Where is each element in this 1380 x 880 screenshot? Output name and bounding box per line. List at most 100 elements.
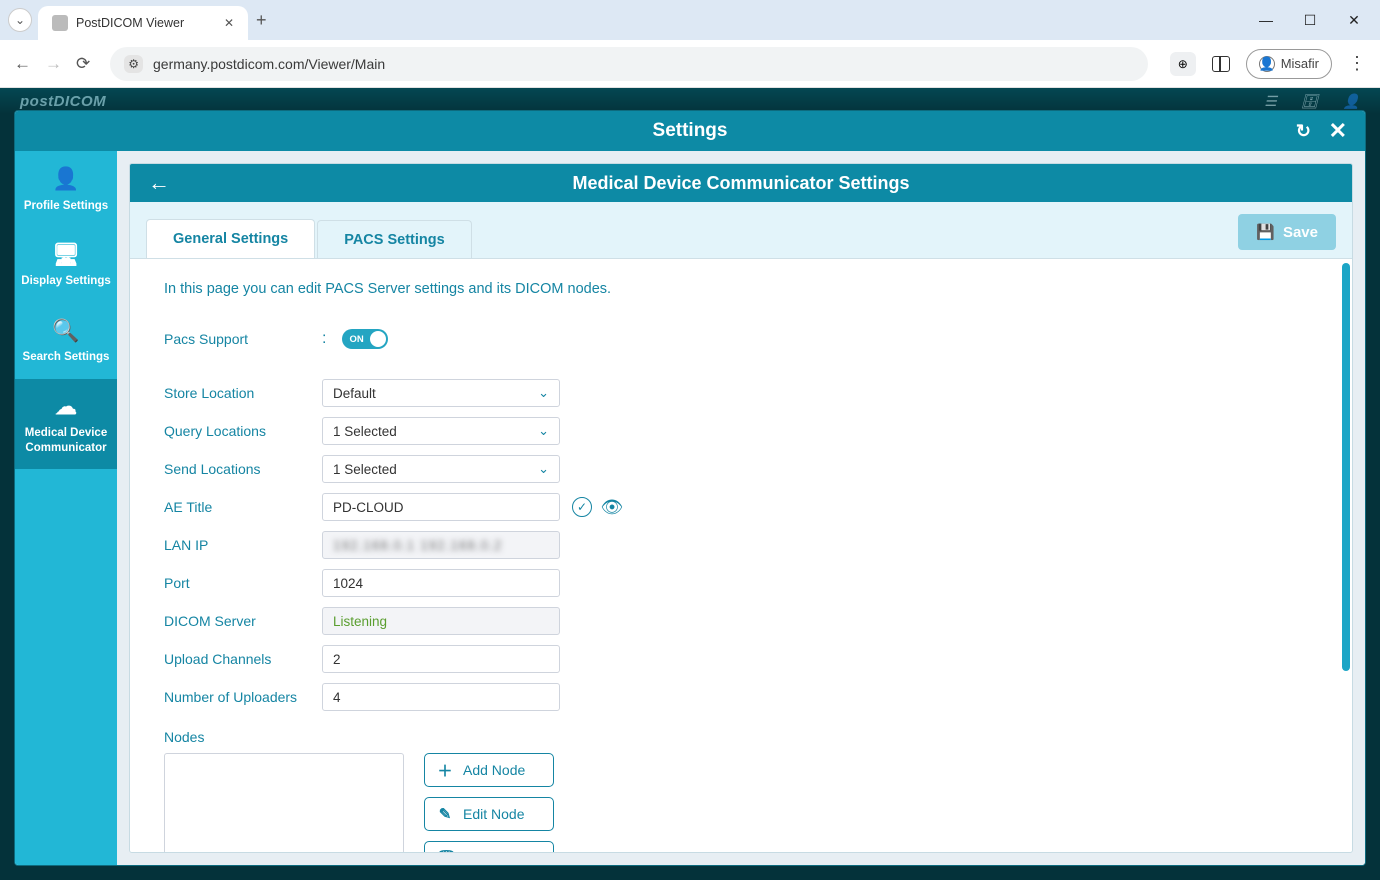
intro-text: In this page you can edit PACS Server se…	[164, 281, 1318, 297]
tab-search-button[interactable]: ⌄	[8, 8, 32, 32]
settings-sidebar: 👤 Profile Settings 🖥 Display Settings 🔍 …	[15, 151, 117, 865]
maximize-button[interactable]: ☐	[1302, 12, 1318, 29]
port-label: Port	[164, 575, 322, 591]
toggle-label: ON	[349, 334, 363, 345]
back-arrow-icon[interactable]: ←	[148, 170, 170, 196]
query-locations-label: Query Locations	[164, 423, 322, 439]
modal-header: Settings ↻ ✕	[15, 111, 1365, 151]
modal-close-icon[interactable]: ✕	[1329, 118, 1347, 144]
pacs-support-label: Pacs Support	[164, 331, 322, 347]
sidebar-item-label: Display Settings	[21, 274, 110, 288]
sidebar-item-label: Profile Settings	[24, 199, 108, 213]
trash-icon: 🗑	[437, 849, 453, 852]
topbar-storage-icon[interactable]: 🗄	[1301, 93, 1319, 110]
chevron-down-icon: ⌄	[538, 461, 549, 477]
save-label: Save	[1283, 224, 1318, 241]
save-button[interactable]: 💾 Save	[1238, 214, 1336, 250]
chevron-down-icon: ⌄	[538, 423, 549, 439]
browser-menu-icon[interactable]: ⋮	[1348, 53, 1366, 74]
tab-pacs-settings[interactable]: PACS Settings	[317, 220, 471, 259]
tab-content: In this page you can edit PACS Server se…	[130, 258, 1352, 852]
dicom-server-status: Listening	[322, 607, 560, 635]
ae-title-input[interactable]: PD-CLOUD	[322, 493, 560, 521]
cloud-icon: ☁	[55, 393, 77, 421]
add-node-button[interactable]: ＋ Add Node	[424, 753, 554, 787]
delete-node-button[interactable]: 🗑 Delete Node	[424, 841, 554, 852]
num-uploaders-input[interactable]: 4	[322, 683, 560, 711]
port-value: 1024	[333, 576, 363, 591]
close-window-button[interactable]: ✕	[1346, 12, 1362, 29]
person-icon: 👤	[1259, 56, 1275, 72]
dicom-server-label: DICOM Server	[164, 613, 322, 629]
modal-reload-icon[interactable]: ↻	[1296, 121, 1311, 142]
browser-tab[interactable]: PostDICOM Viewer ✕	[38, 6, 248, 40]
back-button[interactable]: ←	[14, 54, 31, 74]
chevron-down-icon: ⌄	[538, 385, 549, 401]
side-panel-icon[interactable]	[1212, 56, 1230, 72]
ae-title-value: PD-CLOUD	[333, 500, 404, 515]
address-bar[interactable]: ⚙ germany.postdicom.com/Viewer/Main	[110, 47, 1147, 81]
store-location-select[interactable]: Default ⌄	[322, 379, 560, 407]
pacs-support-toggle[interactable]: ON	[342, 329, 388, 349]
forward-button[interactable]: →	[45, 54, 62, 74]
delete-node-label: Delete Node	[463, 850, 541, 852]
scrollbar[interactable]	[1342, 263, 1350, 671]
settings-modal: Settings ↻ ✕ 👤 Profile Settings 🖥 Displa…	[14, 110, 1366, 866]
num-uploaders-value: 4	[333, 690, 341, 705]
upload-channels-value: 2	[333, 652, 341, 667]
edit-node-label: Edit Node	[463, 806, 524, 822]
topbar-user-icon[interactable]: 👤	[1343, 93, 1360, 110]
sidebar-item-label: Search Settings	[23, 350, 110, 364]
tab-close-icon[interactable]: ✕	[224, 16, 234, 30]
favicon	[52, 15, 68, 31]
send-locations-value: 1 Selected	[333, 462, 397, 477]
browser-tab-strip: ⌄ PostDICOM Viewer ✕ + — ☐ ✕	[0, 0, 1380, 40]
add-node-label: Add Node	[463, 762, 525, 778]
tab-title: PostDICOM Viewer	[76, 16, 216, 30]
sidebar-item-search[interactable]: 🔍 Search Settings	[15, 303, 117, 379]
minimize-button[interactable]: —	[1258, 12, 1274, 29]
query-locations-select[interactable]: 1 Selected ⌄	[322, 417, 560, 445]
profile-name: Misafir	[1281, 56, 1319, 71]
upload-channels-input[interactable]: 2	[322, 645, 560, 673]
dicom-server-value: Listening	[333, 614, 387, 629]
query-locations-value: 1 Selected	[333, 424, 397, 439]
tab-general-settings[interactable]: General Settings	[146, 219, 315, 258]
monitor-icon: 🖥	[52, 241, 80, 269]
reload-button[interactable]: ⟳	[76, 54, 90, 74]
brand-logo: postDICOM	[20, 93, 106, 110]
sidebar-item-profile[interactable]: 👤 Profile Settings	[15, 151, 117, 227]
port-input[interactable]: 1024	[322, 569, 560, 597]
lan-ip-label: LAN IP	[164, 537, 322, 553]
store-location-label: Store Location	[164, 385, 322, 401]
settings-content: ← Medical Device Communicator Settings G…	[117, 151, 1365, 865]
sub-header-title: Medical Device Communicator Settings	[572, 173, 909, 194]
new-tab-button[interactable]: +	[256, 10, 267, 31]
nodes-listbox[interactable]	[164, 753, 404, 852]
profile-chip[interactable]: 👤 Misafir	[1246, 49, 1332, 79]
num-uploaders-label: Number of Uploaders	[164, 689, 322, 705]
search-icon: 🔍	[52, 317, 79, 345]
send-locations-label: Send Locations	[164, 461, 322, 477]
upload-channels-label: Upload Channels	[164, 651, 322, 667]
plus-icon: ＋	[437, 760, 453, 781]
person-icon: 👤	[52, 165, 79, 193]
translate-icon[interactable]: ⊕	[1170, 52, 1196, 76]
modal-title: Settings	[653, 120, 728, 142]
ae-title-label: AE Title	[164, 499, 322, 515]
save-icon: 💾	[1256, 223, 1275, 241]
topbar-list-icon[interactable]: ☰	[1264, 93, 1277, 110]
edit-icon: ✎	[437, 805, 453, 823]
send-locations-select[interactable]: 1 Selected ⌄	[322, 455, 560, 483]
tabs-row: General Settings PACS Settings 💾 Save	[130, 202, 1352, 258]
check-icon[interactable]: ✓	[572, 497, 592, 517]
lan-ip-value: 192.168.0.1 192.168.0.2	[333, 538, 502, 553]
sidebar-item-medical-device[interactable]: ☁ Medical Device Communicator	[15, 379, 117, 469]
toggle-knob	[370, 331, 386, 347]
sidebar-item-display[interactable]: 🖥 Display Settings	[15, 227, 117, 303]
nodes-label: Nodes	[164, 729, 1318, 745]
site-settings-icon[interactable]: ⚙	[124, 55, 143, 73]
eye-icon[interactable]: 👁	[602, 497, 622, 517]
window-controls: — ☐ ✕	[1258, 12, 1372, 29]
edit-node-button[interactable]: ✎ Edit Node	[424, 797, 554, 831]
